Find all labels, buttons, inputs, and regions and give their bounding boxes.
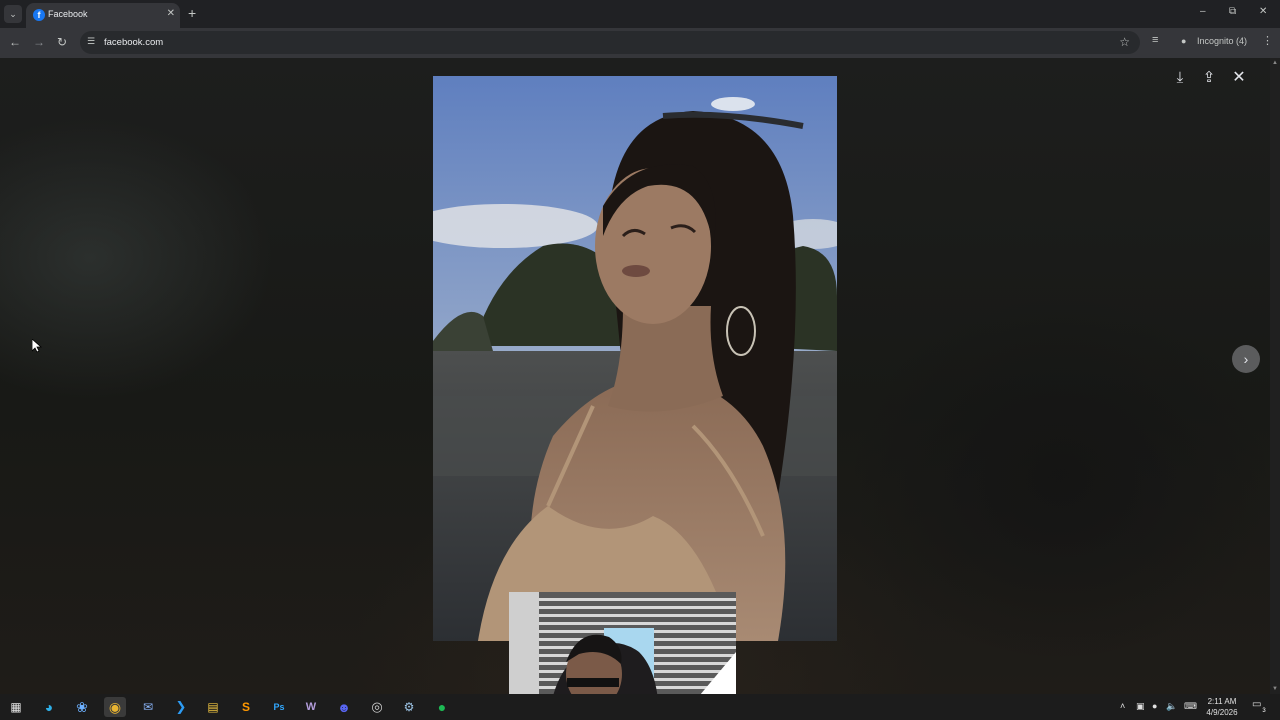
forward-button[interactable]: → [33, 35, 45, 49]
menu-icon[interactable]: ⋮ [1262, 34, 1273, 47]
discord-icon[interactable]: ☻ [333, 697, 355, 717]
microphone-icon[interactable]: ● [1152, 701, 1157, 711]
page-scrollbar[interactable]: ▲ ▼ [1270, 58, 1280, 694]
taskbar-clock[interactable]: 2:11 AM 4/9/2026 [1198, 696, 1246, 718]
url-text: facebook.com [104, 37, 164, 48]
share-icon[interactable]: ⇪ [1198, 66, 1220, 88]
facebook-icon: f [33, 9, 45, 21]
minimize-icon[interactable]: – [1200, 6, 1206, 17]
vscode-icon[interactable]: ❯ [170, 697, 192, 717]
bookmark-star-icon[interactable]: ☆ [1119, 35, 1130, 49]
sublime-icon[interactable]: S [235, 697, 257, 717]
close-window-icon[interactable]: ✕ [1259, 6, 1267, 17]
incognito-label[interactable]: Incognito (4) [1197, 36, 1247, 46]
twitch-icon[interactable]: W [300, 697, 322, 717]
tab-search-button[interactable]: ⌄ [4, 5, 22, 23]
address-bar[interactable]: ☰ facebook.com ☆ [80, 31, 1140, 54]
file-explorer-icon[interactable]: ▤ [202, 697, 224, 717]
tab-title: Facebook [48, 9, 88, 19]
screen: ⌄ f Facebook ✕ + – ⧉ ✕ ← → ↻ ☰ facebook.… [0, 0, 1280, 720]
new-tab-button[interactable]: + [188, 5, 196, 21]
back-button[interactable]: ← [9, 35, 21, 49]
clock-time: 2:11 AM [1207, 697, 1237, 706]
photoshop-icon[interactable]: Ps [268, 697, 290, 717]
site-info-icon[interactable]: ☰ [87, 36, 95, 47]
chevron-right-icon: › [1243, 351, 1249, 367]
next-photo-button[interactable]: › [1232, 345, 1260, 373]
volume-icon[interactable]: 🔈 [1166, 701, 1177, 712]
mail-icon[interactable]: ✉ [137, 697, 159, 717]
taskbar: ▦ ◕ ❀ ◉ ✉ ❯ ▤ S Ps W ☻ ◎ ⚙ ● ˄ ▣ ● 🔈 ⌨ 2… [0, 694, 1280, 720]
notification-icon[interactable]: ▭ 3 [1252, 699, 1268, 715]
spotify-icon[interactable]: ● [431, 697, 453, 717]
incognito-icon: ● [1181, 36, 1187, 46]
steam-icon[interactable]: ⚙ [398, 697, 420, 717]
keyboard-icon[interactable]: ⌨ [1184, 701, 1197, 712]
reading-list-icon[interactable]: ≡ [1152, 34, 1158, 46]
restore-icon[interactable]: ⧉ [1229, 6, 1236, 17]
obs-icon[interactable]: ◎ [366, 697, 388, 717]
tab-close-icon[interactable]: ✕ [167, 8, 175, 19]
close-icon[interactable]: ✕ [1228, 66, 1250, 88]
reload-button[interactable]: ↻ [57, 35, 67, 49]
start-icon[interactable]: ▦ [5, 697, 27, 717]
network-icon[interactable]: ▣ [1136, 701, 1145, 712]
mouse-cursor [31, 338, 43, 358]
browser-toolbar: ← → ↻ ☰ facebook.com ☆ ≡ ● Incognito (4)… [0, 28, 1280, 58]
tab-facebook[interactable]: f Facebook ✕ [26, 3, 180, 28]
edge-icon[interactable]: ◕ [38, 697, 60, 717]
chrome-icon[interactable]: ◉ [104, 697, 126, 717]
scroll-down-icon[interactable]: ▼ [1270, 686, 1280, 692]
photo [433, 76, 837, 641]
show-hidden-icons[interactable]: ˄ [1120, 701, 1125, 711]
download-icon[interactable]: ⤓ [1169, 66, 1191, 88]
tab-strip: ⌄ f Facebook ✕ + – ⧉ ✕ [0, 0, 1280, 28]
clock-date: 4/9/2026 [1206, 708, 1238, 717]
notification-count: 3 [1260, 707, 1268, 715]
scroll-up-icon[interactable]: ▲ [1270, 60, 1280, 66]
copilot-icon[interactable]: ❀ [71, 697, 93, 717]
